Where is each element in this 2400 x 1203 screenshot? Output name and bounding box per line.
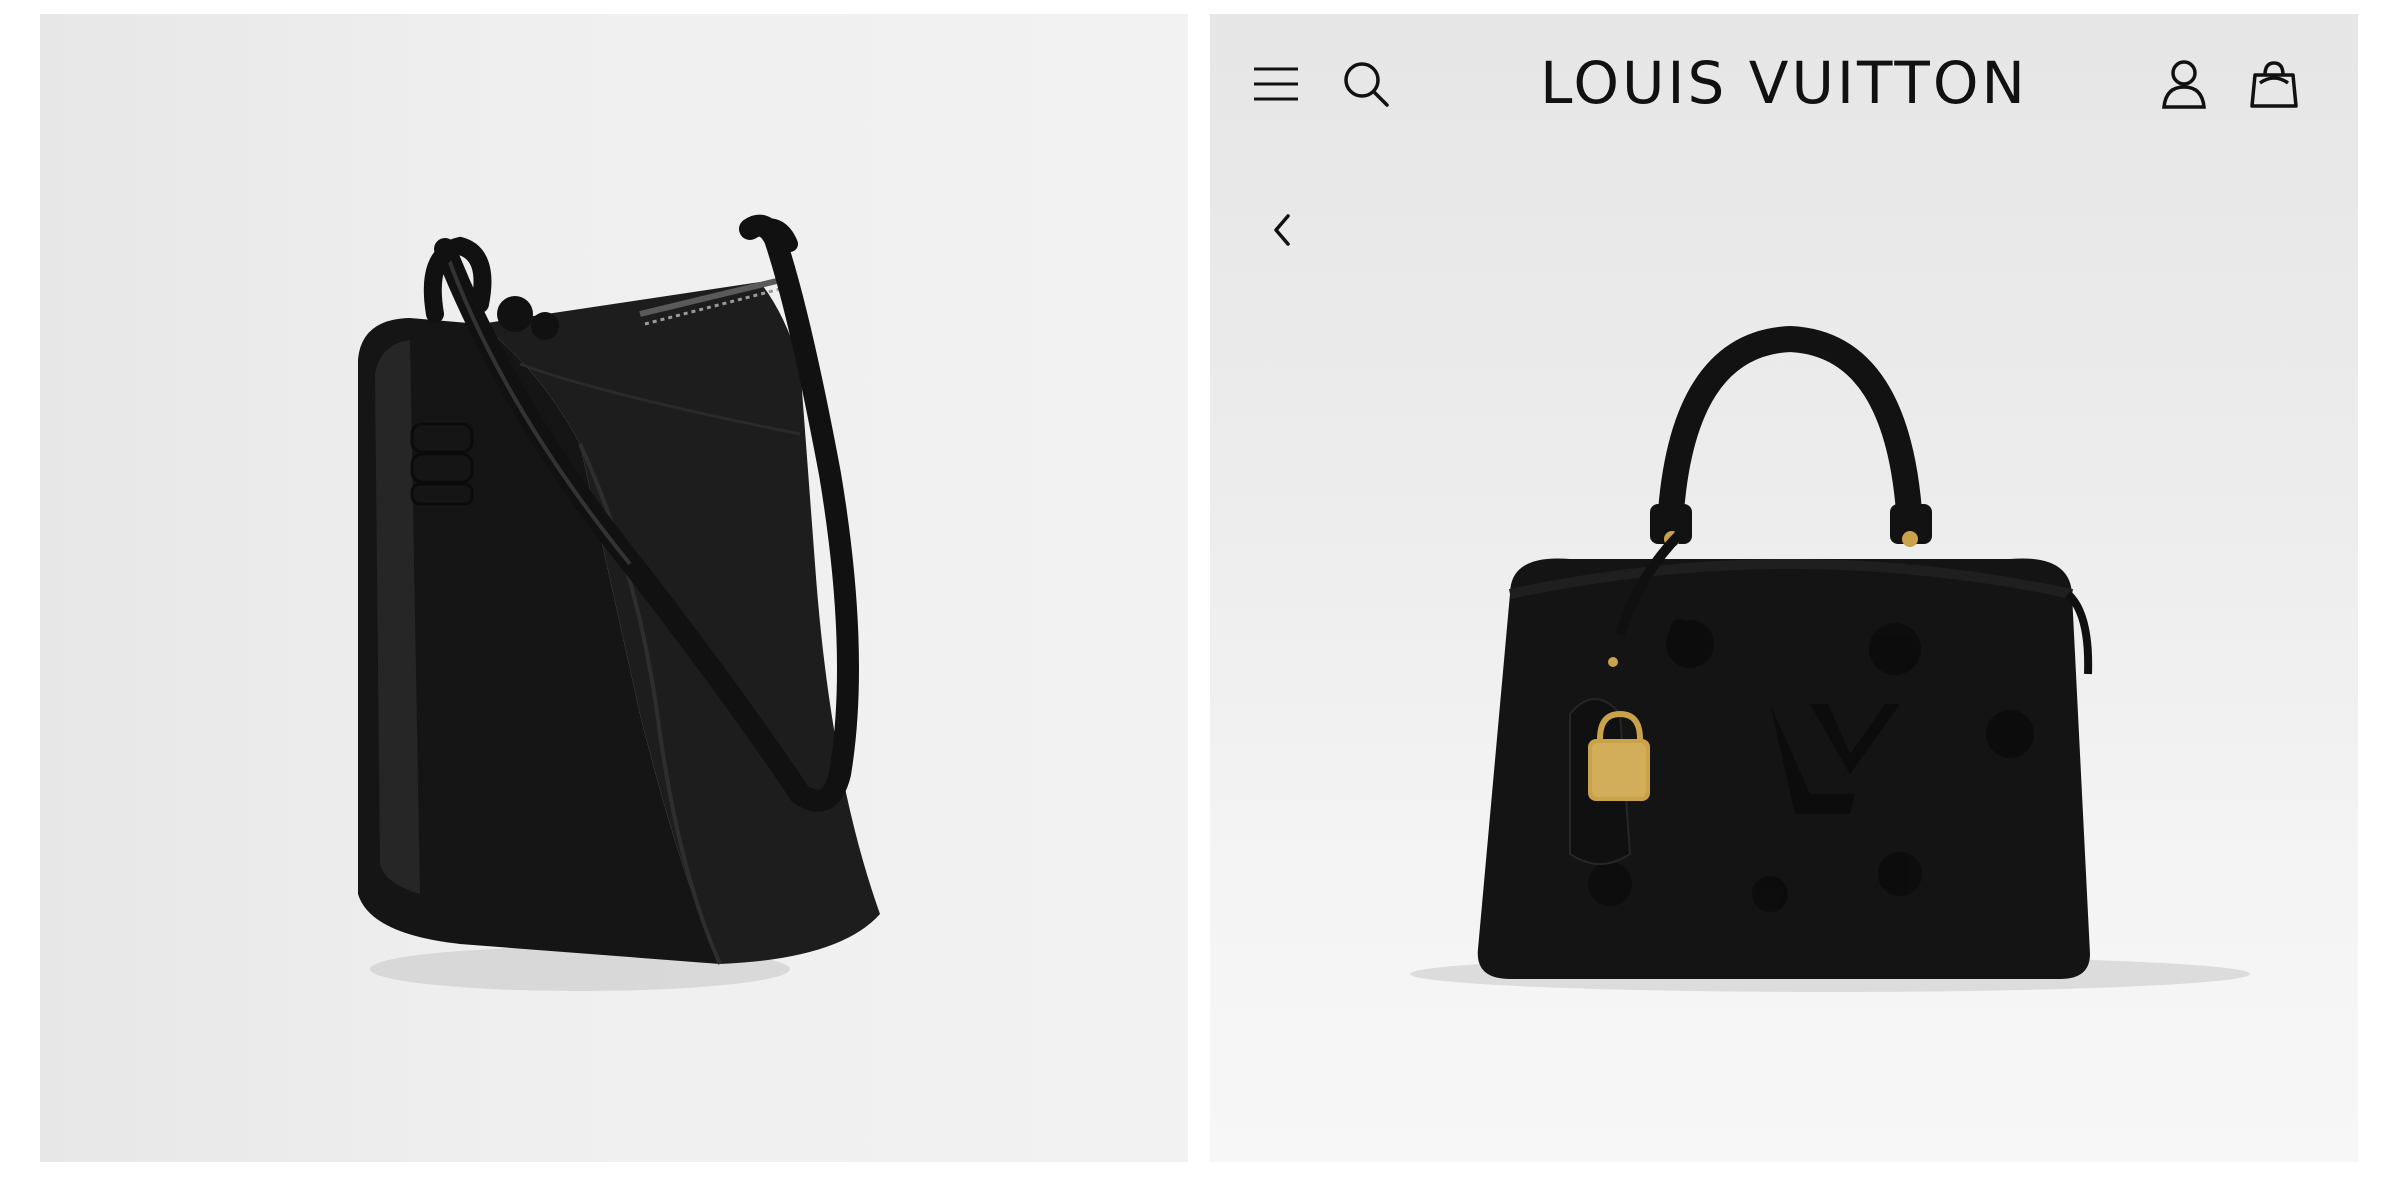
left-product-image xyxy=(40,14,1188,1162)
black-leather-hammock-bag-image xyxy=(358,214,880,991)
chevron-left-icon xyxy=(1274,214,1290,246)
shopping-bag-icon xyxy=(2250,61,2298,108)
back-button[interactable] xyxy=(1260,208,1304,252)
site-header: LOUIS VUITTON xyxy=(1210,14,2358,134)
account-icon xyxy=(2162,60,2206,109)
account-button[interactable] xyxy=(2158,58,2210,110)
right-product-page: LOUIS VUITTON xyxy=(1210,14,2358,1162)
black-monogram-handbag-image xyxy=(1410,325,2250,992)
shopping-bag-button[interactable] xyxy=(2248,58,2300,110)
